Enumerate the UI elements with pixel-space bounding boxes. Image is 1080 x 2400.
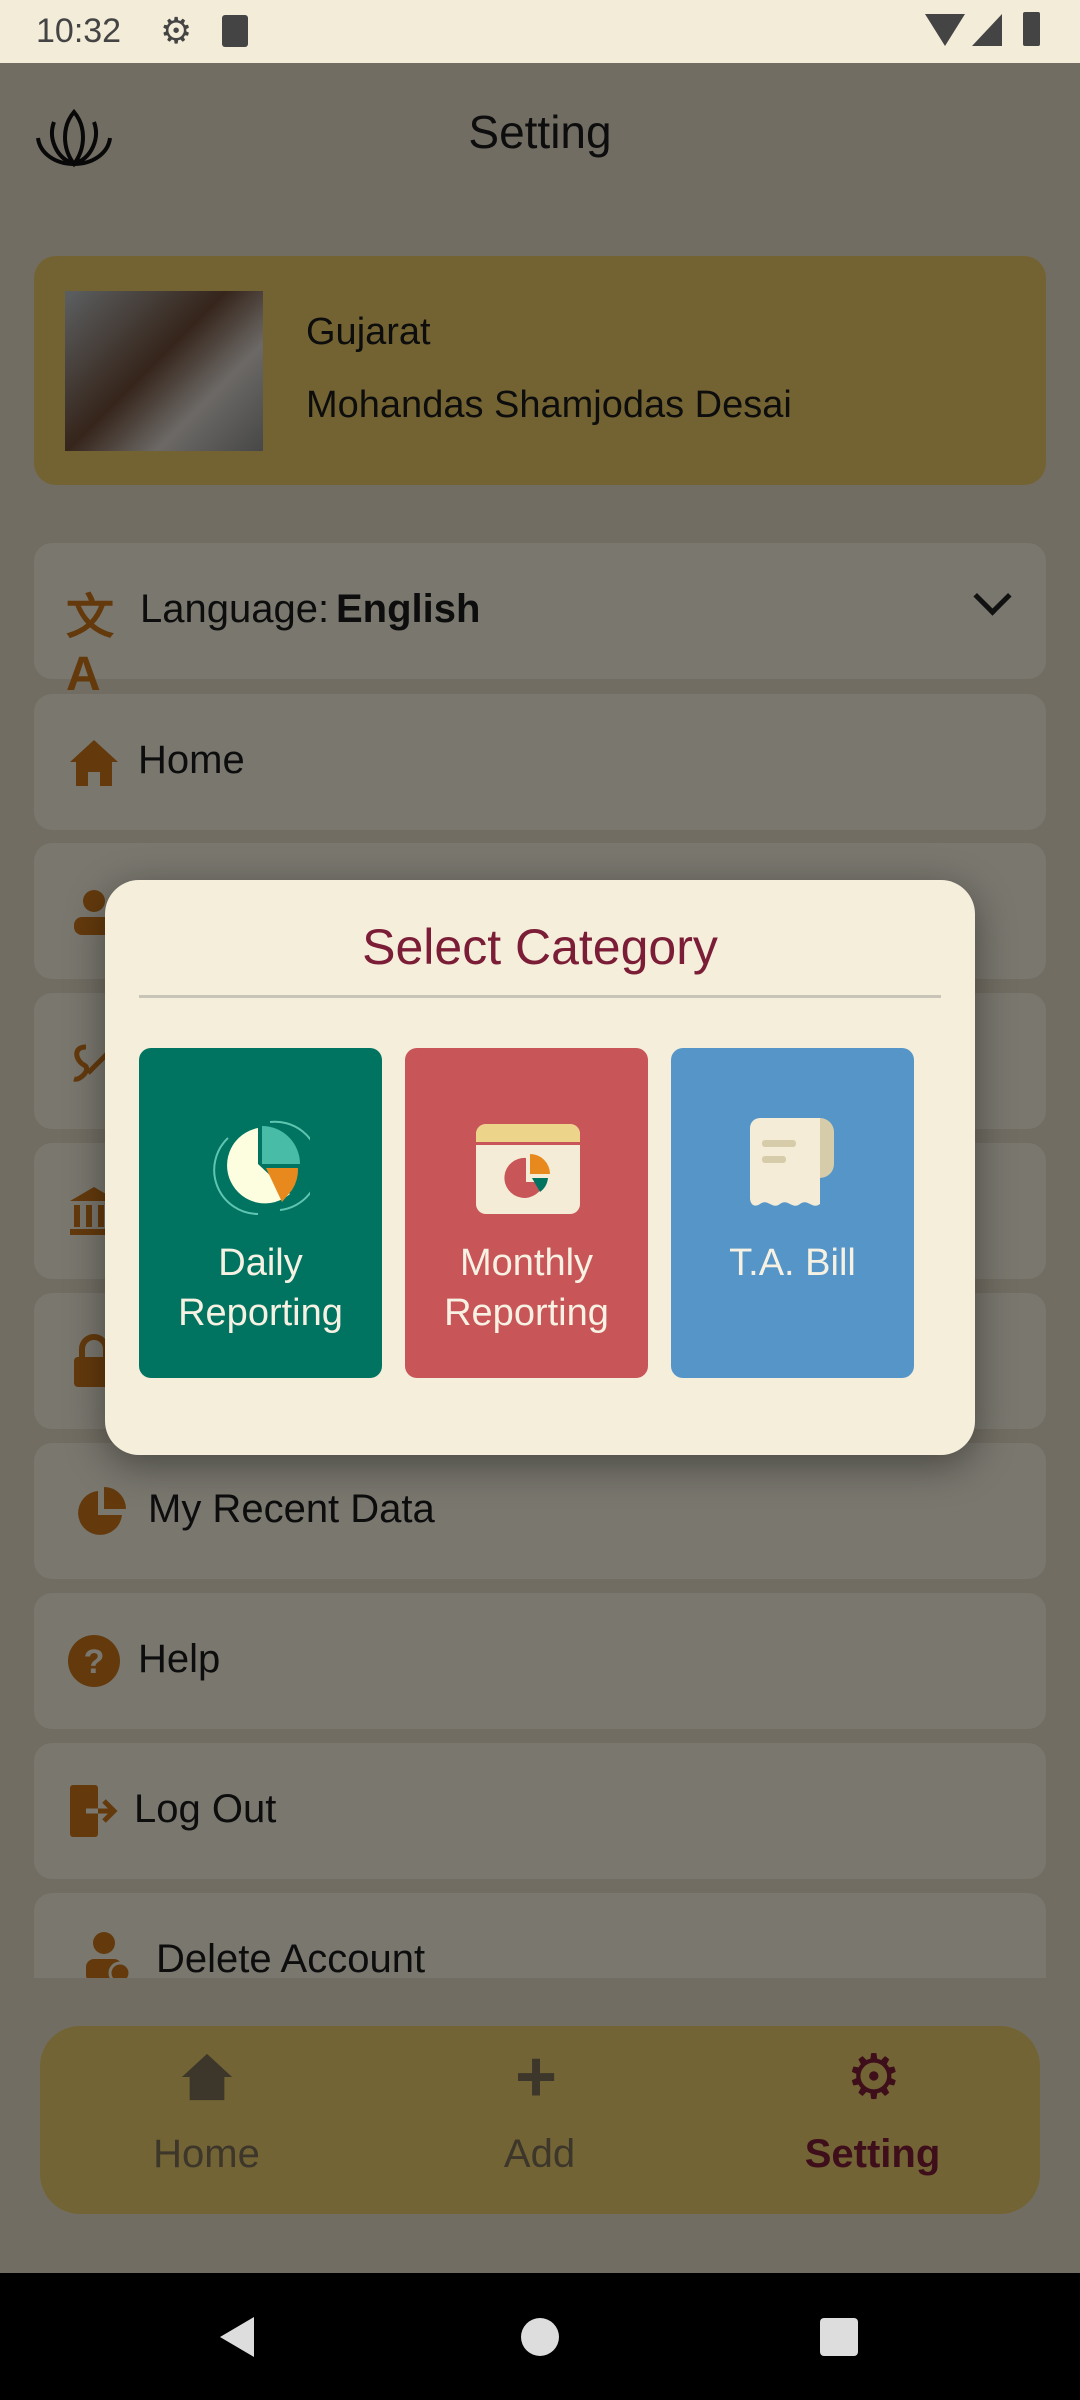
tile-label: Daily Reporting [178, 1242, 343, 1334]
system-nav-bar [0, 2273, 1080, 2400]
receipt-icon [750, 1118, 834, 1206]
pie-chart-refresh-icon [213, 1120, 310, 1215]
monthly-reporting-button[interactable]: Monthly Reporting [405, 1048, 648, 1378]
home-button[interactable] [521, 2318, 559, 2356]
tile-label: T.A. Bill [729, 1242, 856, 1284]
recents-button[interactable] [820, 2318, 858, 2356]
select-category-dialog: Select Category Daily Reporting Monthly Re… [105, 880, 975, 1455]
divider [139, 995, 941, 998]
daily-reporting-button[interactable]: Daily Reporting [139, 1048, 382, 1378]
calendar-chart-icon [476, 1124, 580, 1214]
back-button[interactable] [220, 2317, 254, 2357]
tile-label: Monthly Reporting [444, 1242, 609, 1334]
dialog-title: Select Category [362, 919, 718, 975]
ta-bill-button[interactable]: T.A. Bill [671, 1048, 914, 1378]
